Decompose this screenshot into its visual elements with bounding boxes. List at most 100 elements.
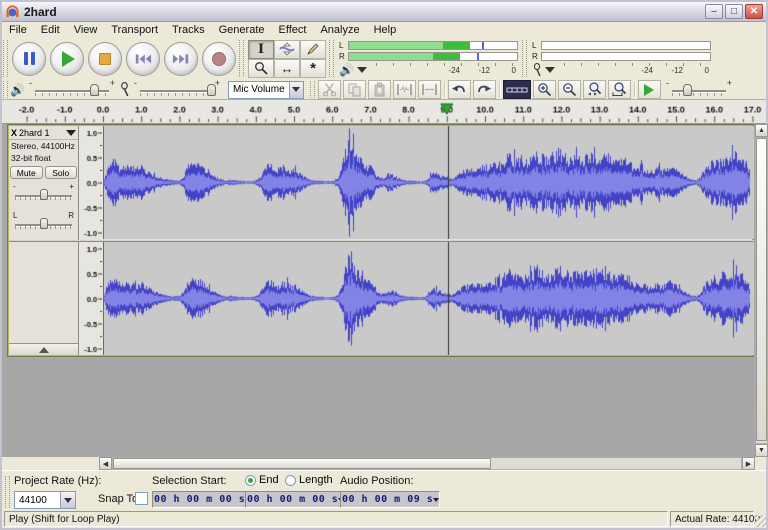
gain-slider[interactable]: -+ <box>12 187 75 202</box>
menu-item-effect[interactable]: Effect <box>272 23 314 37</box>
project-rate-dropdown-icon[interactable] <box>60 492 75 508</box>
transport-toolbar-grabber[interactable] <box>3 40 8 77</box>
timeline-ruler[interactable] <box>2 100 766 124</box>
snap-to-checkbox[interactable] <box>135 492 148 505</box>
menu-item-generate[interactable]: Generate <box>212 23 272 37</box>
menu-item-view[interactable]: View <box>67 23 105 37</box>
zoom-in-button[interactable] <box>533 80 556 99</box>
keyboard-button[interactable] <box>503 80 531 99</box>
play-at-speed-button[interactable] <box>638 80 661 99</box>
time-shift-tool-button[interactable]: ↔ <box>274 59 300 78</box>
input-meter-grabber[interactable] <box>522 40 527 77</box>
paste-button[interactable] <box>368 80 391 99</box>
selection-start-field[interactable]: 00 h 00 m 00 s <box>152 491 252 508</box>
resize-grip[interactable] <box>754 515 766 527</box>
pan-slider-thumb[interactable] <box>40 218 48 229</box>
output-meter-grabber[interactable] <box>329 40 334 77</box>
draw-tool-button[interactable] <box>300 40 326 59</box>
play-button[interactable] <box>50 42 84 76</box>
track-title[interactable]: 2hard 1 <box>19 128 66 138</box>
vertical-scrollbar[interactable]: ▲ ▼ <box>755 124 768 457</box>
input-source-select[interactable]: Mic Volume <box>228 81 304 99</box>
waveform-left-channel[interactable] <box>104 126 754 239</box>
horizontal-scrollbar[interactable]: ◀ ▶ <box>2 457 766 470</box>
stop-button[interactable] <box>88 42 122 76</box>
output-level-meter[interactable]: L R 🔊 -24 -12 0 <box>339 40 518 78</box>
toolbar-row-1: I ↔ <box>2 38 766 79</box>
audio-position-dropdown-icon[interactable] <box>433 498 439 502</box>
input-volume-slider[interactable]: -+ <box>134 82 220 98</box>
scroll-down-button[interactable]: ▼ <box>755 444 768 457</box>
input-volume-thumb[interactable] <box>207 84 216 96</box>
undo-icon <box>451 83 467 96</box>
output-meter-dropdown-icon[interactable] <box>357 67 367 73</box>
scroll-left-button[interactable]: ◀ <box>99 457 112 470</box>
playback-speed-slider[interactable]: -+ <box>666 82 732 98</box>
mixer-toolbar-grabber[interactable] <box>3 81 8 98</box>
output-volume-slider[interactable]: -+ <box>29 82 115 98</box>
scroll-up-button[interactable]: ▲ <box>755 124 768 137</box>
pause-button[interactable] <box>12 42 46 76</box>
input-source-dropdown-icon[interactable] <box>289 82 303 98</box>
menu-item-file[interactable]: File <box>2 23 34 37</box>
menu-item-edit[interactable]: Edit <box>34 23 67 37</box>
mute-button[interactable]: Mute <box>10 166 43 179</box>
audio-track[interactable]: X 2hard 1 Stereo, 44100Hz 32-bit float M… <box>8 125 753 356</box>
redo-button[interactable] <box>473 80 496 99</box>
pan-slider[interactable]: LR <box>12 216 75 231</box>
toolbar-row-2: 🔊 -+ -+ Mic Volume <box>2 79 766 100</box>
zoom-tool-button[interactable] <box>248 59 274 78</box>
record-button[interactable] <box>202 42 236 76</box>
audio-position-field[interactable]: 00 h 00 m 09 s <box>340 491 440 508</box>
zoom-out-button[interactable] <box>558 80 581 99</box>
multi-tool-button[interactable]: * <box>300 59 326 78</box>
end-radio-label: End <box>259 474 279 486</box>
silence-audio-button[interactable] <box>418 80 441 99</box>
copy-button[interactable] <box>343 80 366 99</box>
envelope-tool-button[interactable] <box>274 40 300 59</box>
skip-to-end-button[interactable] <box>164 42 198 76</box>
scroll-right-button[interactable]: ▶ <box>742 457 755 470</box>
fit-project-button[interactable] <box>608 80 631 99</box>
length-radio[interactable]: Length <box>285 474 333 486</box>
waveform-right-channel[interactable] <box>104 242 754 355</box>
copy-icon <box>347 82 362 97</box>
selection-end-field[interactable]: 00 h 00 m 00 s <box>245 491 345 508</box>
skip-to-start-button[interactable] <box>126 42 160 76</box>
minimize-button[interactable]: – <box>705 4 723 19</box>
output-volume-thumb[interactable] <box>90 84 99 96</box>
project-rate-label: Project Rate (Hz): <box>14 475 101 487</box>
input-level-meter[interactable]: L R -24 -12 0 <box>532 40 711 78</box>
fit-selection-button[interactable] <box>583 80 606 99</box>
track-collapse-button[interactable] <box>9 343 78 355</box>
vertical-ruler-left-channel[interactable] <box>79 126 104 239</box>
input-meter-scale: -24 -12 0 <box>564 63 711 77</box>
menu-item-transport[interactable]: Transport <box>104 23 165 37</box>
tools-toolbar-grabber[interactable] <box>239 40 244 77</box>
menu-item-analyze[interactable]: Analyze <box>313 23 366 37</box>
vertical-ruler-right-channel[interactable] <box>79 242 104 355</box>
gain-slider-thumb[interactable] <box>40 189 48 200</box>
length-radio-label: Length <box>299 474 333 486</box>
maximize-button[interactable]: □ <box>725 4 743 19</box>
selection-tool-button[interactable]: I <box>248 40 274 59</box>
project-rate-select[interactable]: 44100 <box>14 491 76 509</box>
horizontal-scroll-thumb[interactable] <box>113 458 491 469</box>
title-bar[interactable]: 2hard – □ ✕ <box>2 2 766 22</box>
close-button[interactable]: ✕ <box>745 4 763 19</box>
menu-item-tracks[interactable]: Tracks <box>165 23 212 37</box>
asterisk-icon: * <box>310 60 316 77</box>
vertical-scroll-thumb[interactable] <box>756 138 767 441</box>
cut-button[interactable] <box>318 80 341 99</box>
solo-button[interactable]: Solo <box>45 166 78 179</box>
input-meter-dropdown-icon[interactable] <box>545 67 555 73</box>
track-close-button[interactable]: X <box>9 128 19 138</box>
trim-audio-button[interactable] <box>393 80 416 99</box>
track-menu-dropdown-icon[interactable] <box>66 130 76 136</box>
menu-item-help[interactable]: Help <box>367 23 404 37</box>
playback-speed-thumb[interactable] <box>683 84 692 96</box>
edit-toolbar-grabber[interactable] <box>310 81 315 98</box>
undo-button[interactable] <box>448 80 471 99</box>
end-radio[interactable]: End <box>245 474 279 486</box>
selection-toolbar-grabber[interactable] <box>5 476 10 508</box>
